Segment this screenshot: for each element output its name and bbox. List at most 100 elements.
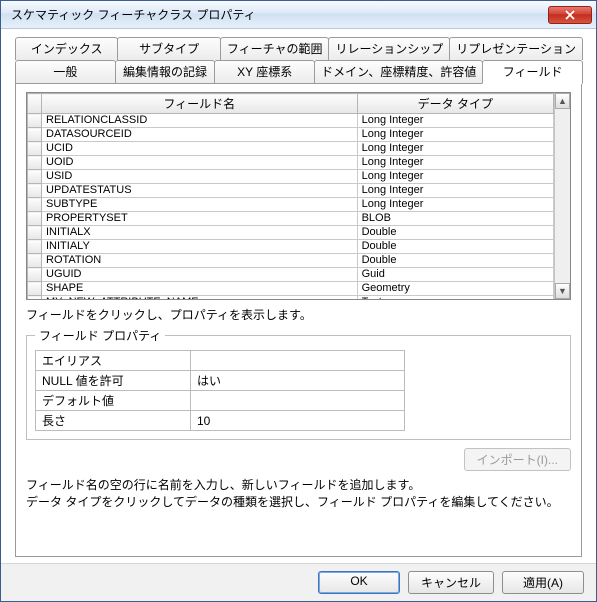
property-row[interactable]: デフォルト値 [36,391,405,411]
row-header[interactable] [28,142,42,156]
property-label: 長さ [36,411,191,431]
cell-field-name[interactable]: MY_NEW_ATTRIBUTE_NAME [42,296,358,300]
tab-xy-coords[interactable]: XY 座標系 [214,60,315,83]
table-row[interactable]: RELATIONCLASSIDLong Integer [28,114,554,128]
row-header[interactable] [28,296,42,300]
property-row[interactable]: NULL 値を許可はい [36,371,405,391]
tab-relationship[interactable]: リレーションシップ [328,37,450,60]
cell-field-name[interactable]: USID [42,170,358,184]
cell-data-type[interactable]: Long Integer [357,128,553,142]
tab-fields[interactable]: フィールド [482,60,583,84]
field-properties-group: フィールド プロパティ エイリアスNULL 値を許可はいデフォルト値長さ10 [26,327,571,440]
row-header[interactable] [28,156,42,170]
row-header[interactable] [28,240,42,254]
cell-field-name[interactable]: INITIALX [42,226,358,240]
cell-data-type[interactable]: Double [357,240,553,254]
field-table[interactable]: フィールド名 データ タイプ RELATIONCLASSIDLong Integ… [27,93,554,299]
hint-click-field: フィールドをクリックし、プロパティを表示します。 [26,306,571,323]
tabs-row-2: 一般 編集情報の記録 XY 座標系 ドメイン、座標精度、許容値 フィールド [15,60,582,83]
property-row[interactable]: エイリアス [36,351,405,371]
tab-domain-precision[interactable]: ドメイン、座標精度、許容値 [314,60,483,83]
table-row[interactable]: INITIALYDouble [28,240,554,254]
table-row[interactable]: DATASOURCEIDLong Integer [28,128,554,142]
cell-data-type[interactable]: Double [357,254,553,268]
table-row[interactable]: UPDATESTATUSLong Integer [28,184,554,198]
table-row[interactable]: UCIDLong Integer [28,142,554,156]
cell-field-name[interactable]: UGUID [42,268,358,282]
dialog-window: スケマティック フィーチャクラス プロパティ インデックス サブタイプ フィーチ… [0,0,597,602]
tab-subtype[interactable]: サブタイプ [117,37,220,60]
import-button: インポート(I)... [464,448,571,471]
cell-field-name[interactable]: INITIALY [42,240,358,254]
tab-feature-extent[interactable]: フィーチャの範囲 [220,37,330,60]
field-table-scrollbar[interactable]: ▲ ▼ [554,93,570,299]
field-properties-table[interactable]: エイリアスNULL 値を許可はいデフォルト値長さ10 [35,350,405,431]
row-header[interactable] [28,282,42,296]
cell-field-name[interactable]: SHAPE [42,282,358,296]
cell-data-type[interactable]: Geometry [357,282,553,296]
table-row[interactable]: MY_NEW_ATTRIBUTE_NAMEText [28,296,554,300]
property-row[interactable]: 長さ10 [36,411,405,431]
cell-data-type[interactable]: BLOB [357,212,553,226]
row-header[interactable] [28,254,42,268]
header-data-type[interactable]: データ タイプ [357,94,553,114]
tab-container: インデックス サブタイプ フィーチャの範囲 リレーションシップ リプレゼンテーシ… [15,37,582,83]
cell-field-name[interactable]: PROPERTYSET [42,212,358,226]
cell-data-type[interactable]: Double [357,226,553,240]
tab-panel-fields: フィールド名 データ タイプ RELATIONCLASSIDLong Integ… [15,83,582,557]
cancel-button[interactable]: キャンセル [408,571,494,594]
cell-data-type[interactable]: Long Integer [357,156,553,170]
cell-data-type[interactable]: Long Integer [357,184,553,198]
cell-data-type[interactable]: Guid [357,268,553,282]
tab-editor-tracking[interactable]: 編集情報の記録 [115,60,216,83]
tab-representation[interactable]: リプレゼンテーション [449,37,583,60]
scroll-up-arrow[interactable]: ▲ [555,93,570,109]
cell-data-type[interactable]: Long Integer [357,114,553,128]
table-row[interactable]: PROPERTYSETBLOB [28,212,554,226]
close-button[interactable] [548,6,592,24]
cell-field-name[interactable]: DATASOURCEID [42,128,358,142]
tab-index[interactable]: インデックス [15,37,118,60]
cell-data-type[interactable]: Long Integer [357,142,553,156]
scroll-down-arrow[interactable]: ▼ [555,283,570,299]
property-label: NULL 値を許可 [36,371,191,391]
property-value[interactable] [190,391,404,411]
cell-data-type[interactable]: Text [357,296,553,300]
row-header[interactable] [28,184,42,198]
property-value[interactable] [190,351,404,371]
table-row[interactable]: USIDLong Integer [28,170,554,184]
hint-line-2: データ タイプをクリックしてデータの種類を選択し、フィールド プロパティを編集し… [26,495,559,509]
scroll-track[interactable] [555,109,570,283]
header-field-name[interactable]: フィールド名 [42,94,358,114]
table-row[interactable]: UGUIDGuid [28,268,554,282]
apply-button[interactable]: 適用(A) [502,571,584,594]
cell-field-name[interactable]: UPDATESTATUS [42,184,358,198]
row-header[interactable] [28,114,42,128]
cell-field-name[interactable]: ROTATION [42,254,358,268]
dialog-footer: OK キャンセル 適用(A) [1,563,596,601]
tab-general[interactable]: 一般 [15,60,116,83]
content-area: インデックス サブタイプ フィーチャの範囲 リレーションシップ リプレゼンテーシ… [1,29,596,563]
row-header[interactable] [28,268,42,282]
property-value[interactable]: はい [190,371,404,391]
row-header[interactable] [28,226,42,240]
cell-field-name[interactable]: UOID [42,156,358,170]
table-row[interactable]: SUBTYPELong Integer [28,198,554,212]
hint-line-1: フィールド名の空の行に名前を入力し、新しいフィールドを追加します。 [26,478,420,492]
table-row[interactable]: SHAPEGeometry [28,282,554,296]
row-header[interactable] [28,128,42,142]
cell-data-type[interactable]: Long Integer [357,198,553,212]
hint-add-field: フィールド名の空の行に名前を入力し、新しいフィールドを追加します。 データ タイ… [26,477,571,512]
cell-field-name[interactable]: UCID [42,142,358,156]
table-row[interactable]: ROTATIONDouble [28,254,554,268]
ok-button[interactable]: OK [318,571,400,594]
row-header[interactable] [28,198,42,212]
row-header[interactable] [28,212,42,226]
table-row[interactable]: INITIALXDouble [28,226,554,240]
cell-field-name[interactable]: SUBTYPE [42,198,358,212]
row-header[interactable] [28,170,42,184]
property-value[interactable]: 10 [190,411,404,431]
cell-data-type[interactable]: Long Integer [357,170,553,184]
table-row[interactable]: UOIDLong Integer [28,156,554,170]
cell-field-name[interactable]: RELATIONCLASSID [42,114,358,128]
